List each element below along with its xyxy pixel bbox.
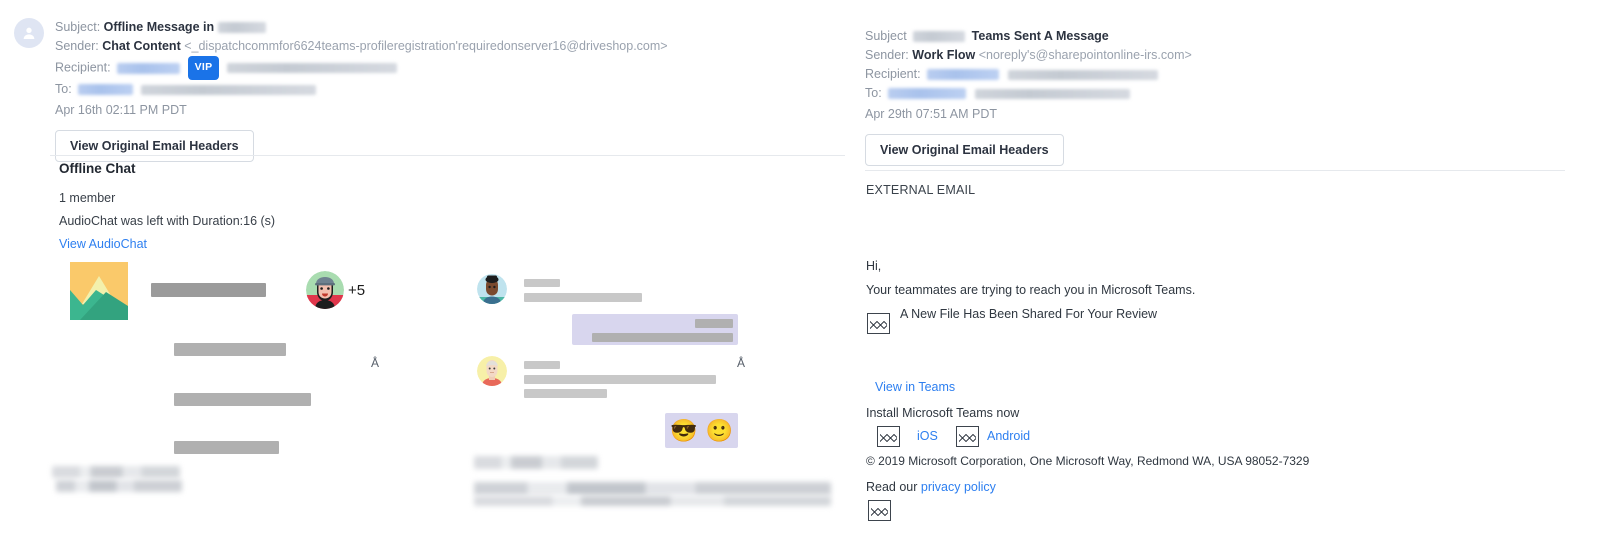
to-line: To: <box>865 84 1192 103</box>
broken-image-icon <box>867 313 890 334</box>
encoding-artifact-char: Å <box>371 356 380 370</box>
sender-name: Chat Content <box>102 39 181 53</box>
recipient-line: Recipient: VIP <box>55 56 668 80</box>
sender-label: Sender: <box>55 39 99 53</box>
recipient-redacted-name <box>927 69 1000 81</box>
redacted-bar <box>151 283 266 297</box>
landscape-image-icon <box>70 262 128 320</box>
recipient-redacted-address <box>1007 69 1158 80</box>
subject-value: Teams Sent A Message <box>971 29 1109 43</box>
subject-value: Offline Message in <box>103 20 215 34</box>
to-label: To: <box>55 82 72 96</box>
external-email-banner: EXTERNAL EMAIL <box>866 183 976 197</box>
subject-label: Subject <box>865 29 907 43</box>
android-download-link[interactable]: Android <box>987 429 1030 443</box>
recipient-redacted-name <box>117 62 181 74</box>
left-email-pane: Subject: Offline Message in Sender: Chat… <box>0 0 860 541</box>
right-email-header: Subject Teams Sent A Message Sender: Wor… <box>865 27 1192 166</box>
left-email-header: Subject: Offline Message in Sender: Chat… <box>55 18 668 162</box>
right-email-pane: Subject Teams Sent A Message Sender: Wor… <box>865 0 1600 541</box>
sender-address: <_dispatchcommfor6624teams-profileregist… <box>184 39 668 53</box>
blurred-text-line <box>56 480 182 492</box>
member-count: 1 member <box>59 191 116 205</box>
privacy-policy-link[interactable]: privacy policy <box>921 480 996 494</box>
recipient-redacted-address <box>226 63 397 73</box>
redacted-bar <box>524 279 560 287</box>
broken-image-icon <box>956 426 979 447</box>
subject-line: Subject: Offline Message in <box>55 18 668 37</box>
sender-line: Sender: Work Flow <noreply's@sharepointo… <box>865 46 1192 65</box>
vip-badge: VIP <box>187 56 220 80</box>
left-divider <box>50 155 845 156</box>
sender-label: Sender: <box>865 48 909 62</box>
sender-address: <noreply's@sharepointonline-irs.com> <box>978 48 1192 62</box>
sunglasses-emoji-icon: 😎 <box>670 417 698 443</box>
bearded-person-avatar-icon <box>306 271 344 309</box>
sender-name: Work Flow <box>912 48 976 62</box>
redacted-bar <box>592 333 733 342</box>
redacted-bar <box>524 389 607 398</box>
view-original-email-headers-button-left[interactable]: View Original Email Headers <box>55 130 254 162</box>
subject-label: Subject: <box>55 20 101 34</box>
to-label: To: <box>865 86 882 100</box>
file-share-notice: A New File Has Been Shared For Your Revi… <box>900 307 1158 321</box>
offline-chat-title: Offline Chat <box>59 161 136 176</box>
install-teams-text: Install Microsoft Teams now <box>866 406 1020 420</box>
recipient-line: Recipient: <box>865 65 1192 84</box>
chat-bubble-outgoing <box>572 314 738 345</box>
to-redacted-address <box>974 88 1130 99</box>
redacted-bar <box>695 319 733 328</box>
date-line: Apr 29th 07:51 AM PDT <box>865 107 998 121</box>
greeting-text: Hi, <box>866 259 882 273</box>
redacted-bar <box>524 361 560 369</box>
to-redacted-address <box>140 84 316 95</box>
sender-line: Sender: Chat Content <_dispatchcommfor66… <box>55 37 668 56</box>
body-line-1: Your teammates are trying to reach you i… <box>866 283 1196 297</box>
blurred-text-line <box>474 482 831 495</box>
privacy-prefix: Read our <box>866 480 921 494</box>
redacted-bar <box>174 393 311 406</box>
redacted-bar <box>524 375 716 384</box>
redacted-bar <box>174 343 286 356</box>
person-avatar-icon <box>14 18 44 48</box>
recipient-label: Recipient: <box>865 67 921 81</box>
ios-download-link[interactable]: iOS <box>917 429 938 443</box>
privacy-line: Read our privacy policy <box>866 478 996 497</box>
copyright-text: © 2019 Microsoft Corporation, One Micros… <box>866 454 1310 468</box>
right-divider <box>865 170 1565 171</box>
subject-redacted-text <box>217 22 266 34</box>
blurred-text-line <box>52 466 180 478</box>
blurred-text-line <box>474 496 831 506</box>
subject-redacted-text <box>913 31 966 43</box>
subject-line: Subject Teams Sent A Message <box>865 27 1192 46</box>
woman-avatar-icon <box>477 274 507 304</box>
view-original-email-headers-button-right[interactable]: View Original Email Headers <box>865 134 1064 166</box>
to-line: To: <box>55 80 668 99</box>
view-in-teams-link[interactable]: View in Teams <box>875 380 955 394</box>
smiley-emoji-icon: 🙂 <box>705 417 733 443</box>
redacted-bar <box>174 441 279 454</box>
blurred-text-line <box>474 456 598 469</box>
recipient-label: Recipient: <box>55 60 111 75</box>
group-overflow-count: +5 <box>348 282 366 299</box>
to-redacted-name <box>78 84 134 96</box>
older-person-avatar-icon <box>477 356 507 386</box>
date-line: Apr 16th 02:11 PM PDT <box>55 103 187 117</box>
encoding-artifact-char: Å <box>737 356 746 370</box>
broken-image-icon <box>877 426 900 447</box>
broken-image-icon <box>868 500 891 521</box>
audiochat-duration-note: AudioChat was left with Duration:16 (s) <box>59 214 276 228</box>
redacted-bar <box>524 293 642 302</box>
view-audiochat-link[interactable]: View AudioChat <box>59 237 147 251</box>
email-comparison-view: Subject: Offline Message in Sender: Chat… <box>0 0 1600 541</box>
reaction-bubble: 😎 🙂 <box>665 413 738 448</box>
to-redacted-name <box>888 88 967 100</box>
